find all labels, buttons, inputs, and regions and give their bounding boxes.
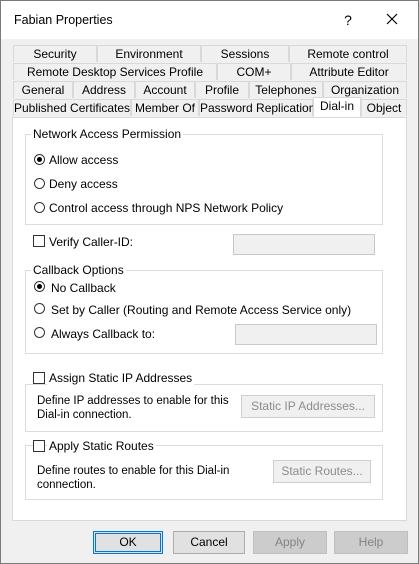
- help-footer-button[interactable]: Help: [334, 531, 408, 554]
- tab-sessions[interactable]: Sessions: [201, 45, 289, 62]
- ok-button[interactable]: OK: [93, 531, 163, 554]
- deny-access-radio[interactable]: [34, 178, 45, 189]
- close-icon: [386, 13, 398, 25]
- nps-policy-radio[interactable]: [34, 202, 45, 213]
- tab-com-plus[interactable]: COM+: [217, 63, 291, 80]
- static-routes-button[interactable]: Static Routes...: [273, 460, 371, 483]
- title-bar: Fabian Properties ?: [1, 1, 418, 39]
- apply-static-routes-label[interactable]: Apply Static Routes: [47, 439, 156, 453]
- close-button[interactable]: [379, 8, 405, 32]
- apply-static-routes-checkbox[interactable]: [33, 440, 45, 452]
- callback-options-legend: Callback Options: [31, 263, 126, 277]
- tab-password-replication[interactable]: Password Replication: [199, 99, 315, 116]
- static-routes-description-line1: Define routes to enable for this Dial-in: [37, 465, 230, 477]
- tab-telephones[interactable]: Telephones: [249, 81, 323, 98]
- deny-access-label[interactable]: Deny access: [49, 177, 118, 191]
- tab-organization[interactable]: Organization: [323, 81, 407, 98]
- tab-security[interactable]: Security: [13, 45, 97, 62]
- callback-number-field[interactable]: [235, 324, 377, 345]
- properties-dialog: Fabian Properties ? Security Environment…: [0, 0, 419, 564]
- always-callback-radio[interactable]: [34, 327, 45, 338]
- tab-general[interactable]: General: [13, 81, 73, 98]
- tab-environment[interactable]: Environment: [97, 45, 201, 62]
- tab-account[interactable]: Account: [135, 81, 195, 98]
- allow-access-radio[interactable]: [34, 154, 45, 165]
- apply-button[interactable]: Apply: [253, 531, 327, 554]
- tab-member-of[interactable]: Member Of: [131, 99, 199, 116]
- assign-static-ip-label[interactable]: Assign Static IP Addresses: [47, 371, 195, 385]
- allow-access-label[interactable]: Allow access: [49, 153, 118, 167]
- always-callback-label[interactable]: Always Callback to:: [51, 327, 155, 341]
- nps-policy-label[interactable]: Control access through NPS Network Polic…: [49, 201, 283, 215]
- dial-in-panel: Network Access Permission Allow access D…: [12, 117, 407, 521]
- window-title: Fabian Properties: [14, 13, 113, 27]
- set-by-caller-label[interactable]: Set by Caller (Routing and Remote Access…: [51, 303, 351, 317]
- static-routes-description-line2: connection.: [37, 479, 96, 491]
- no-callback-radio[interactable]: [34, 281, 45, 292]
- tab-profile[interactable]: Profile: [195, 81, 249, 98]
- static-ip-description-line2: Dial-in connection.: [37, 409, 132, 421]
- verify-caller-id-checkbox[interactable]: [33, 235, 45, 247]
- set-by-caller-radio[interactable]: [34, 303, 45, 314]
- help-button[interactable]: ?: [337, 8, 359, 32]
- tab-object[interactable]: Object: [361, 99, 407, 116]
- tab-published-certificates[interactable]: Published Certificates: [13, 99, 131, 116]
- tab-remote-desktop-services-profile[interactable]: Remote Desktop Services Profile: [13, 63, 217, 80]
- assign-static-ip-checkbox[interactable]: [33, 372, 45, 384]
- tab-remote-control[interactable]: Remote control: [289, 45, 407, 62]
- caller-id-field[interactable]: [233, 234, 375, 255]
- tab-attribute-editor[interactable]: Attribute Editor: [291, 63, 407, 80]
- tab-dial-in[interactable]: Dial-in: [313, 97, 361, 117]
- static-ip-description-line1: Define IP addresses to enable for this: [37, 395, 229, 407]
- network-access-legend: Network Access Permission: [31, 127, 184, 141]
- tab-address[interactable]: Address: [73, 81, 135, 98]
- verify-caller-id-label[interactable]: Verify Caller-ID:: [49, 235, 133, 249]
- static-ip-addresses-button[interactable]: Static IP Addresses...: [241, 395, 375, 418]
- cancel-button[interactable]: Cancel: [173, 531, 245, 554]
- no-callback-label[interactable]: No Callback: [51, 281, 116, 295]
